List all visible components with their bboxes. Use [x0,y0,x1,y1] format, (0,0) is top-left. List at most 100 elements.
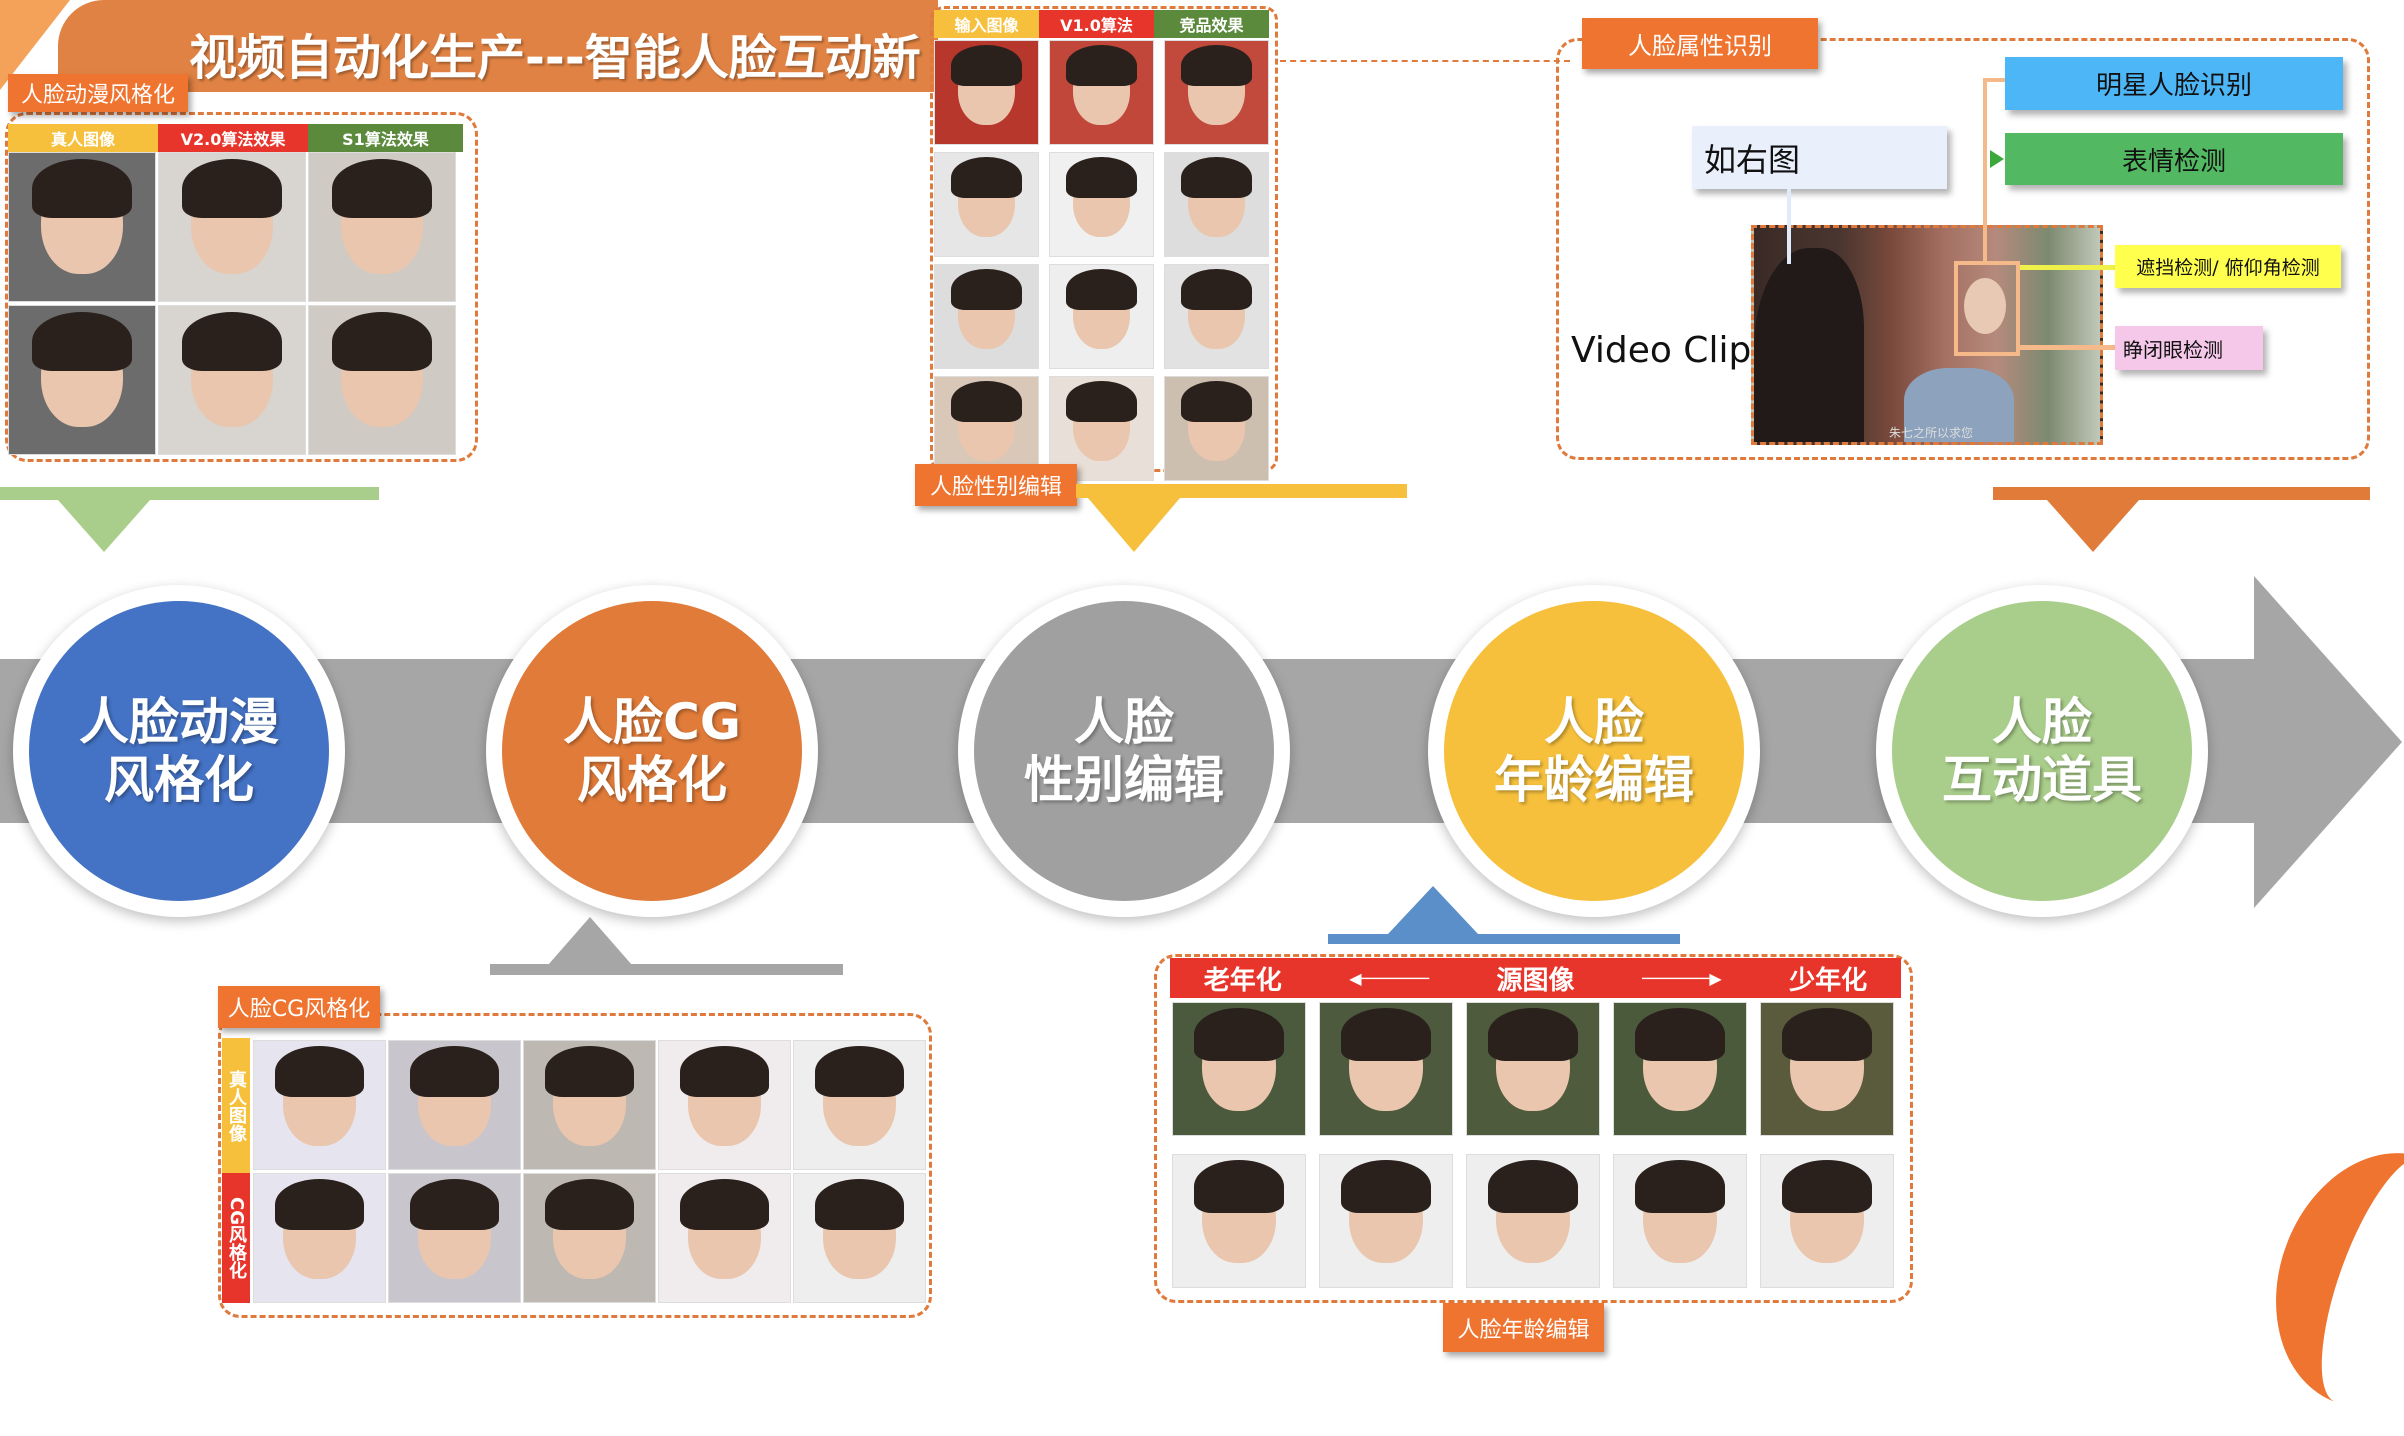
cg-face-image [658,1040,791,1170]
hair-shape [814,1046,905,1098]
cg-row-label-real-text: 真人图像 [226,1069,247,1142]
see-right-box: 如右图 [1692,126,1947,189]
hair-shape [951,269,1022,311]
anime-connector-bar [0,487,379,500]
hair-shape [1181,381,1252,423]
stage-label-line2: 风格化 [577,751,727,809]
anime-face-image [8,152,156,302]
anime-header-s1: S1算法效果 [308,124,463,152]
stage-label-line2: 风格化 [104,751,254,809]
hair-shape [1066,45,1137,87]
hair-shape [1341,1008,1431,1062]
age-tag: 人脸年龄编辑 [1443,1303,1604,1352]
hair-shape [1341,1160,1431,1214]
corner-swoosh-decoration [2241,1123,2404,1436]
hair-shape [1635,1160,1725,1214]
age-face-image [1760,1002,1894,1136]
hair-shape [544,1179,635,1231]
video-clip-frame: 朱七之所以求您 [1751,225,2103,445]
hair-shape [1066,157,1137,199]
stage-label-line2: 互动道具 [1942,751,2142,809]
age-younger-label: 少年化 [1789,965,1868,996]
connector-to-expression [1990,150,2004,168]
cg-face-image [793,1173,926,1303]
hair-shape [1181,45,1252,87]
attribute-tag: 人脸属性识别 [1582,18,1818,69]
dotted-guide-line [1280,60,1570,62]
video-clip-label: Video Clip [1571,330,1752,371]
cg-face-image [523,1173,656,1303]
cg-face-image [523,1040,656,1170]
age-left-arrow: ◀─────── [1349,968,1429,988]
attribute-connector-arrow [2047,500,2139,552]
stage-label-line1: 人脸 [1544,693,1644,751]
eye-detection-box: 睁闭眼检测 [2115,326,2263,370]
gender-face-image [1164,376,1269,481]
connector-to-see-right [1787,189,1791,264]
gender-face-image [934,152,1039,257]
age-older-label: 老年化 [1203,965,1282,996]
age-right-arrow: ───────▶ [1641,968,1722,988]
stage-label-line1: 人脸CG [563,693,741,751]
video-person-left [1754,248,1864,442]
age-face-image [1466,1002,1600,1136]
stage-label-line2: 性别编辑 [1024,751,1224,809]
anime-face-image [308,305,456,455]
hair-shape [544,1046,635,1098]
gender-face-image [1049,152,1154,257]
page-title: 视频自动化生产---智能人脸互动新 [189,30,921,86]
age-face-image [1760,1154,1894,1288]
stage-fill: 人脸 性别编辑 [974,601,1274,901]
anime-face-image [308,152,456,302]
hair-shape [1782,1160,1872,1214]
gender-face-image [1049,264,1154,369]
stage-label-line1: 人脸 [1992,693,2092,751]
hair-shape [1066,269,1137,311]
cg-face-image [253,1040,386,1170]
age-source-label: 源图像 [1496,965,1575,996]
age-face-image [1613,1154,1747,1288]
cg-face-image [793,1040,926,1170]
hair-shape [951,381,1022,423]
gender-header-competitor: 竞品效果 [1154,10,1269,38]
hair-shape [409,1046,500,1098]
stage-label-line1: 人脸动漫 [79,693,279,751]
connector-to-eyes [2020,345,2115,350]
hair-shape [1488,1008,1578,1062]
gender-face-image [1164,152,1269,257]
stage-circle: 人脸CG 风格化 [486,585,818,917]
gender-header-v1: V1.0算法 [1039,10,1154,38]
cg-face-image [388,1173,521,1303]
expression-detection-box: 表情检测 [2005,133,2343,185]
gender-face-image [934,264,1039,369]
connector-to-star [1983,78,2005,82]
hair-shape [332,311,432,372]
stage-label-line1: 人脸 [1074,693,1174,751]
face-detection-rect [1954,261,2020,356]
hair-shape [1194,1160,1284,1214]
hair-shape [409,1179,500,1231]
age-face-image [1466,1154,1600,1288]
gender-connector-arrow [1088,498,1180,552]
hair-shape [1181,157,1252,199]
hair-shape [1488,1160,1578,1214]
video-subtitle: 朱七之所以求您 [1889,426,1974,440]
stage-circle: 人脸动漫 风格化 [13,585,345,917]
cg-row-label-real: 真人图像 [222,1038,250,1173]
age-face-image [1172,1154,1306,1288]
hair-shape [1635,1008,1725,1062]
hair-shape [814,1179,905,1231]
hair-shape [679,1046,770,1098]
cg-face-image [253,1173,386,1303]
connector-vertical [1983,78,1987,263]
anime-face-image [158,305,306,455]
gender-face-image [1164,264,1269,369]
hair-shape [1181,269,1252,311]
hair-shape [32,158,132,219]
anime-face-image [8,305,156,455]
age-header: 老年化 ◀─────── 源图像 ───────▶ 少年化 [1170,958,1901,998]
hair-shape [679,1179,770,1231]
anime-face-image [158,152,306,302]
hair-shape [32,311,132,372]
attribute-connector-bar [1993,487,2370,500]
